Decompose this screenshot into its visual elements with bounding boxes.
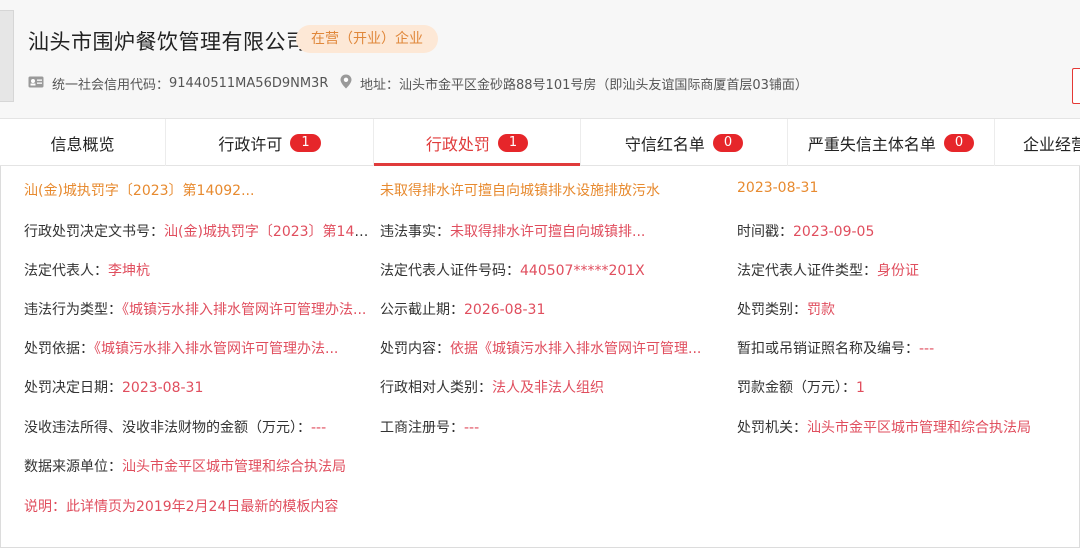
note-text: 说明：此详情页为2019年2月24日最新的模板内容 bbox=[24, 499, 339, 515]
credit-code-label: 统一社会信用代码： bbox=[52, 78, 170, 93]
penalty-basis-field: 处罚依据：《城镇污水排入排水管网许可管理办法... bbox=[24, 341, 339, 357]
id-card-icon bbox=[28, 76, 44, 92]
tab-label: 行政许可 bbox=[218, 134, 283, 154]
doc-number-field: 行政处罚决定文书号：汕(金)城执罚字〔2023〕第1409... bbox=[24, 224, 369, 240]
penalty-authority-field: 处罚机关：汕头市金平区城市管理和综合执法局 bbox=[737, 420, 1031, 436]
summary-doc-number[interactable]: 汕(金)城执罚字〔2023〕第14092... bbox=[24, 180, 369, 200]
summary-violation: 未取得排水许可擅自向城镇排水设施排放污水 bbox=[380, 183, 660, 199]
registration-number-field: 工商注册号：--- bbox=[380, 420, 480, 436]
representative-id-type-field: 法定代表人证件类型：身份证 bbox=[737, 263, 919, 279]
address: 地址： 汕头市金平区金砂路88号101号房（即汕头友谊国际商厦首层03铺面） bbox=[340, 74, 808, 93]
confiscation-amount-field: 没收违法所得、没收非法财物的金额（万元）：--- bbox=[24, 420, 327, 436]
data-source-field: 数据来源单位：汕头市金平区城市管理和综合执法局 bbox=[24, 459, 346, 475]
detail-row: 处罚依据：《城镇污水排入排水管网许可管理办法... 处罚内容：依据《城镇污水排入… bbox=[0, 338, 1080, 360]
detail-row: 行政处罚决定文书号：汕(金)城执罚字〔2023〕第1409... 违法事实：未取… bbox=[0, 221, 1080, 243]
company-name: 汕头市围炉餐饮管理有限公司 bbox=[28, 30, 308, 54]
license-revocation-field: 暂扣或吊销证照名称及编号：--- bbox=[737, 341, 935, 357]
counterpart-category-field: 行政相对人类别：法人及非法人组织 bbox=[380, 380, 604, 396]
decision-date-field: 处罚决定日期：2023-08-31 bbox=[24, 380, 204, 396]
tab-label: 企业经营 bbox=[1023, 134, 1080, 154]
timestamp-field: 时间戳：2023-09-05 bbox=[737, 224, 875, 240]
credit-code-value: 91440511MA56D9NM3R bbox=[169, 76, 329, 91]
tab-overview[interactable]: 信息概览 bbox=[0, 119, 166, 166]
detail-row: 违法行为类型：《城镇污水排入排水管网许可管理办法... 公示截止期：2026-0… bbox=[0, 299, 1080, 321]
tab-label: 严重失信主体名单 bbox=[807, 134, 936, 154]
tab-count-badge: 0 bbox=[712, 133, 744, 152]
tab-label: 行政处罚 bbox=[425, 134, 490, 154]
fine-amount-field: 罚款金额（万元）：1 bbox=[737, 380, 865, 396]
address-label: 地址： bbox=[360, 78, 400, 93]
tab-count-badge: 0 bbox=[943, 133, 975, 152]
status-badge: 在营（开业）企业 bbox=[296, 25, 438, 53]
tab-business-operation[interactable]: 企业经营 bbox=[995, 119, 1080, 166]
company-header: 汕头市围炉餐饮管理有限公司 在营（开业）企业 统一社会信用代码： 9144051… bbox=[0, 0, 1080, 118]
address-value: 汕头市金平区金砂路88号101号房（即汕头友谊国际商厦首层03铺面） bbox=[399, 78, 808, 93]
penalty-summary-row: 汕(金)城执罚字〔2023〕第14092... 未取得排水许可擅自向城镇排水设施… bbox=[0, 180, 1080, 202]
detail-row: 没收违法所得、没收非法财物的金额（万元）：--- 工商注册号：--- 处罚机关：… bbox=[0, 417, 1080, 439]
tab-count-badge: 1 bbox=[290, 133, 321, 152]
tab-administrative-penalty[interactable]: 行政处罚 1 bbox=[374, 119, 581, 166]
tab-label: 守信红名单 bbox=[624, 134, 705, 154]
location-pin-icon bbox=[340, 74, 352, 93]
detail-row: 处罚决定日期：2023-08-31 行政相对人类别：法人及非法人组织 罚款金额（… bbox=[0, 377, 1080, 399]
legal-representative-field: 法定代表人：李坤杭 bbox=[24, 263, 150, 279]
side-action-button[interactable] bbox=[1072, 68, 1080, 104]
tab-count-badge: 1 bbox=[497, 133, 529, 152]
credit-code: 统一社会信用代码： 91440511MA56D9NM3R bbox=[28, 74, 328, 93]
summary-date: 2023-08-31 bbox=[737, 180, 819, 196]
company-logo bbox=[0, 10, 14, 102]
representative-id-number-field: 法定代表人证件号码：440507*****201X bbox=[380, 263, 645, 279]
tab-bar: 信息概览 行政许可 1 行政处罚 1 守信红名单 0 严重失信主体名单 0 企业… bbox=[0, 118, 1080, 166]
tab-trust-red-list[interactable]: 守信红名单 0 bbox=[581, 119, 788, 166]
publish-deadline-field: 公示截止期：2026-08-31 bbox=[380, 302, 546, 318]
tab-label: 信息概览 bbox=[50, 134, 115, 154]
penalty-content-field: 处罚内容：依据《城镇污水排入排水管网许可管理... bbox=[380, 341, 702, 357]
penalty-category-field: 处罚类别：罚款 bbox=[737, 302, 835, 318]
violation-type-field: 违法行为类型：《城镇污水排入排水管网许可管理办法... bbox=[24, 302, 367, 318]
violation-fact-field: 违法事实：未取得排水许可擅自向城镇排... bbox=[380, 224, 646, 240]
tab-serious-dishonesty-list[interactable]: 严重失信主体名单 0 bbox=[788, 119, 995, 166]
page-note: 说明：此详情页为2019年2月24日最新的模板内容 bbox=[0, 496, 1080, 518]
detail-row: 数据来源单位：汕头市金平区城市管理和综合执法局 bbox=[0, 456, 1080, 478]
detail-row: 法定代表人：李坤杭 法定代表人证件号码：440507*****201X 法定代表… bbox=[0, 260, 1080, 282]
tab-administrative-license[interactable]: 行政许可 1 bbox=[166, 119, 374, 166]
